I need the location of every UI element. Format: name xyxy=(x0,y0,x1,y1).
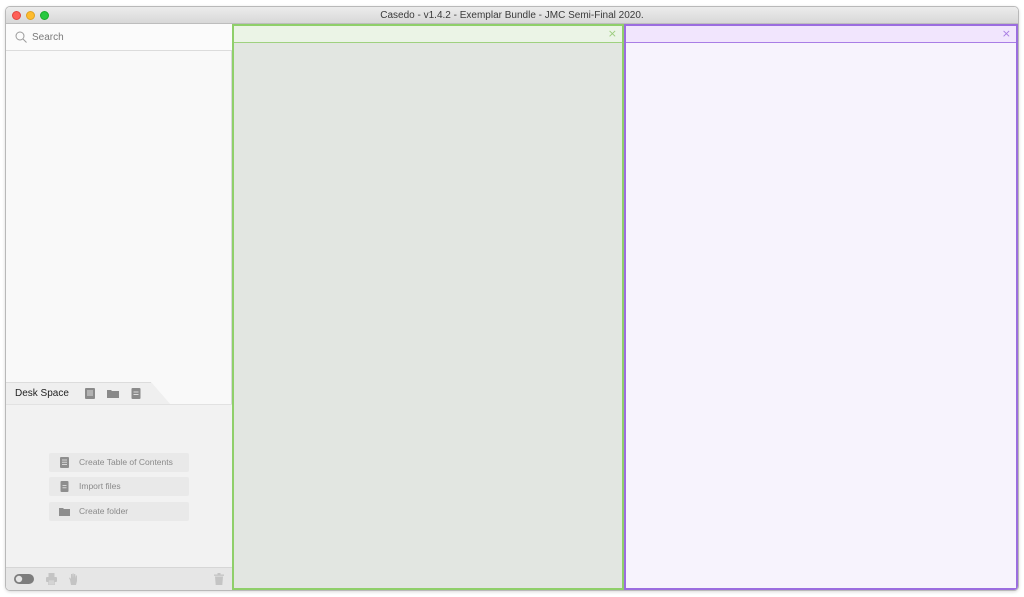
folder-icon[interactable] xyxy=(107,388,119,399)
left-pane-header: × xyxy=(234,26,622,43)
create-folder-button[interactable]: Create folder xyxy=(49,502,189,521)
title-bar[interactable]: Casedo - v1.4.2 - Exemplar Bundle - JMC … xyxy=(6,7,1018,24)
hand-icon[interactable] xyxy=(68,573,79,585)
desk-space-tab[interactable]: Desk Space xyxy=(6,382,171,405)
trash-icon[interactable] xyxy=(214,573,224,585)
print-icon[interactable] xyxy=(46,573,57,585)
folder-icon xyxy=(59,508,70,516)
import-files-button[interactable]: Import files xyxy=(49,477,189,496)
window-title: Casedo - v1.4.2 - Exemplar Bundle - JMC … xyxy=(380,10,644,21)
search-bar xyxy=(6,24,232,51)
right-document-pane[interactable]: × xyxy=(624,24,1018,590)
create-toc-label: Create Table of Contents xyxy=(79,457,173,467)
create-folder-label: Create folder xyxy=(79,506,129,516)
close-icon[interactable]: × xyxy=(1002,27,1011,40)
left-document-pane[interactable]: × xyxy=(232,24,624,590)
search-icon xyxy=(15,31,27,43)
sidebar: Desk Space xyxy=(6,24,232,590)
create-toc-button[interactable]: Create Table of Contents xyxy=(49,453,189,472)
table-of-contents-icon[interactable] xyxy=(84,388,96,399)
app-window: Casedo - v1.4.2 - Exemplar Bundle - JMC … xyxy=(5,6,1019,591)
right-pane-header: × xyxy=(626,26,1016,43)
import-files-label: Import files xyxy=(79,481,121,491)
table-of-contents-icon xyxy=(60,457,69,468)
search-input[interactable] xyxy=(32,29,222,45)
desk-space-panel: Create Table of Contents Import files Cr… xyxy=(6,404,232,567)
sidebar-bottom-bar xyxy=(6,567,232,590)
desk-space-label: Desk Space xyxy=(15,388,69,399)
document-icon xyxy=(60,481,69,492)
close-icon[interactable]: × xyxy=(608,27,617,40)
toggle-icon[interactable] xyxy=(14,574,34,584)
document-icon[interactable] xyxy=(130,388,142,399)
